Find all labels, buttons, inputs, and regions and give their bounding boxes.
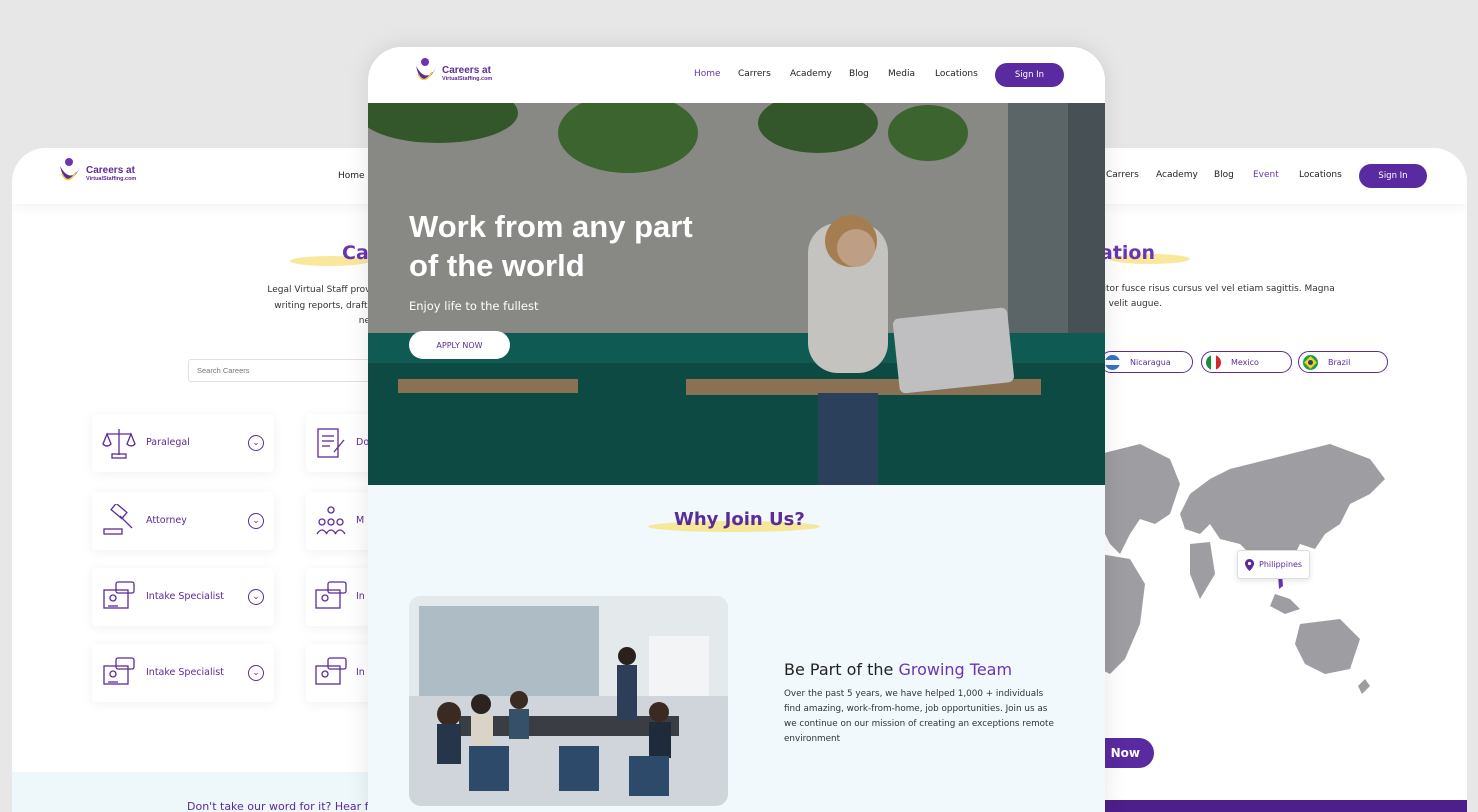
career-card-intake-specialist[interactable]: Intake Specialist ⌄: [92, 644, 274, 702]
country-chip-nicaragua[interactable]: Nicaragua: [1100, 351, 1193, 373]
nav-academy[interactable]: Academy: [1156, 170, 1198, 180]
career-label: Attorney: [146, 515, 187, 526]
team-idea-icon: [316, 506, 346, 535]
country-label: Mexico: [1231, 357, 1259, 367]
heading-prefix: Be Part of the: [784, 660, 899, 679]
nav-blog[interactable]: Blog: [849, 69, 869, 79]
country-chip-mexico[interactable]: Mexico: [1201, 351, 1292, 373]
career-card-attorney[interactable]: Attorney ⌄: [92, 492, 274, 550]
team-meeting-photo: [409, 596, 728, 806]
center-page-card: Careers at VirtualStaffing.com Home Carr…: [368, 47, 1105, 812]
computer-chat-icon: [315, 657, 347, 685]
nav-locations[interactable]: Locations: [935, 69, 978, 79]
nav-academy[interactable]: Academy: [790, 69, 832, 79]
country-label: Nicaragua: [1130, 357, 1171, 367]
career-label: In: [356, 667, 365, 678]
intro-paragraph: titor fusce risus cursus vel vel etiam s…: [1100, 282, 1340, 312]
nav-locations[interactable]: Locations: [1299, 170, 1342, 180]
intro-line: n velit augue.: [1100, 299, 1162, 309]
nav-carrers[interactable]: Carrers: [738, 69, 771, 79]
logo-main-text: Careers at: [86, 164, 135, 176]
gavel-icon: [103, 504, 133, 535]
sign-in-button[interactable]: Sign In: [995, 63, 1064, 87]
logo-icon: [416, 58, 436, 81]
hero-photo: [368, 103, 1105, 485]
nicaragua-flag-icon: [1105, 354, 1120, 370]
logo-sub-text: VirtualStaffing.com: [86, 175, 137, 182]
career-label: In: [356, 591, 365, 602]
location-pin-icon: [1245, 558, 1254, 571]
career-label: Intake Specialist: [146, 591, 224, 602]
chevron-down-icon[interactable]: ⌄: [248, 435, 264, 451]
career-card-paralegal[interactable]: Paralegal ⌄: [92, 414, 274, 472]
heading-highlight: Growing Team: [898, 660, 1013, 679]
be-part-description: Over the past 5 years, we have helped 1,…: [784, 689, 1054, 744]
be-part-heading: Be Part of the Growing Team: [784, 660, 1012, 679]
chevron-down-icon[interactable]: ⌄: [248, 589, 264, 605]
section-title: Ca: [342, 242, 369, 264]
logo[interactable]: Careers at VirtualStaffing.com: [56, 156, 136, 192]
hero-banner: Work from any part of the world Enjoy li…: [368, 103, 1105, 485]
scales-icon: [102, 429, 136, 459]
country-label: Brazil: [1328, 357, 1351, 367]
document-edit-icon: [317, 428, 345, 458]
computer-chat-icon: [103, 657, 135, 685]
logo[interactable]: Careers at VirtualStaffing.com: [412, 56, 492, 92]
section-title: ation: [1100, 242, 1155, 264]
country-chip-brazil[interactable]: Brazil: [1298, 351, 1388, 373]
logo-main-text: Careers at: [442, 64, 491, 76]
chevron-down-icon[interactable]: ⌄: [248, 513, 264, 529]
career-card-intake-specialist[interactable]: Intake Specialist ⌄: [92, 568, 274, 626]
sign-in-button[interactable]: Sign In: [1359, 164, 1427, 188]
nav-carrers[interactable]: Carrers: [1106, 170, 1139, 180]
brazil-flag-icon: [1303, 354, 1318, 370]
computer-chat-icon: [103, 581, 135, 609]
center-navbar: Careers at VirtualStaffing.com Home Carr…: [368, 47, 1105, 103]
career-label: Intake Specialist: [146, 667, 224, 678]
nav-blog[interactable]: Blog: [1214, 170, 1234, 180]
office-image: [409, 596, 728, 806]
chevron-down-icon[interactable]: ⌄: [248, 665, 264, 681]
nav-home[interactable]: Home: [338, 171, 365, 181]
career-label: Paralegal: [146, 437, 190, 448]
career-label: M: [356, 515, 365, 526]
apply-now-button[interactable]: APPLY NOW: [409, 331, 510, 359]
mexico-flag-icon: [1206, 354, 1221, 370]
nav-event[interactable]: Event: [1253, 170, 1279, 180]
testimonial-heading: Don't take our word for it? Hear fro: [187, 800, 380, 812]
computer-chat-icon: [315, 581, 347, 609]
nav-home[interactable]: Home: [694, 69, 721, 79]
nav-media[interactable]: Media: [888, 69, 915, 79]
map-pin-philippines[interactable]: Philippines: [1237, 550, 1310, 579]
footer-band: [1100, 800, 1467, 812]
intro-line: titor fusce risus cursus vel vel etiam s…: [1100, 284, 1335, 294]
logo-icon: [60, 158, 80, 181]
logo-sub-text: VirtualStaffing.com: [442, 75, 493, 82]
hero-title: Work from any part of the world: [409, 209, 693, 283]
pin-label: Philippines: [1259, 560, 1303, 569]
hero-subtitle: Enjoy life to the fullest: [409, 299, 539, 313]
why-join-title: Why Join Us?: [674, 509, 805, 530]
